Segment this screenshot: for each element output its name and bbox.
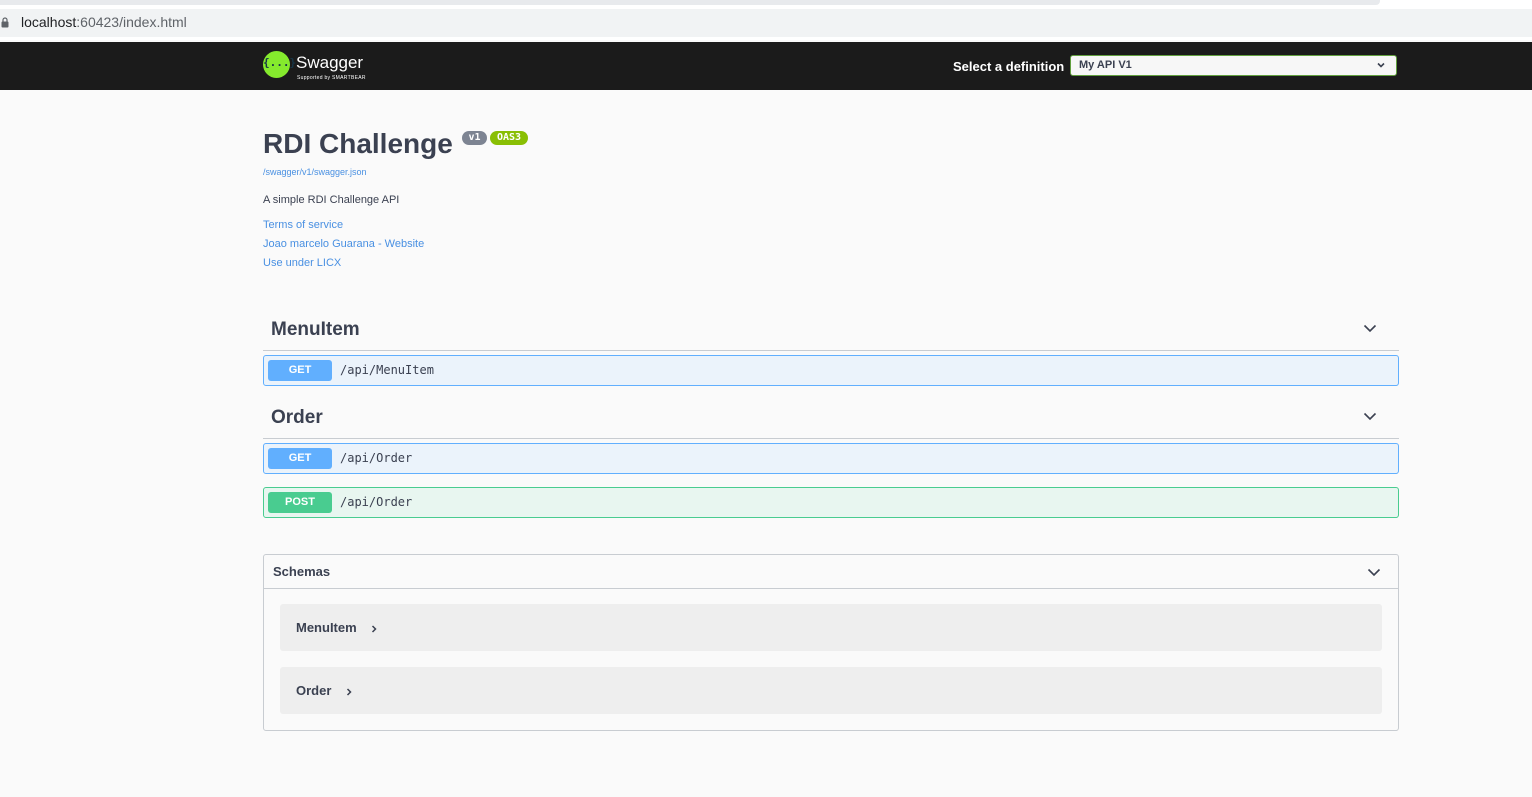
api-description: A simple RDI Challenge API	[263, 194, 400, 206]
browser-chrome: localhost:60423/index.html	[0, 0, 1532, 40]
address-bar[interactable]: localhost:60423/index.html	[0, 9, 1532, 37]
schemas-header[interactable]: Schemas	[264, 555, 1398, 589]
tab-strip	[0, 0, 1380, 5]
definition-select-value: My API V1	[1079, 59, 1132, 71]
model-name: MenuItem	[296, 620, 357, 635]
operation-path: /api/Order	[340, 495, 413, 509]
select-definition-label: Select a definition	[953, 59, 1065, 74]
swagger-topbar: {...} Swagger Supported by SMARTBEAR Sel…	[0, 42, 1532, 90]
license-link[interactable]: Use under LICX	[263, 257, 341, 269]
oas-badge: OAS3	[490, 131, 528, 145]
chevron-right-icon	[371, 625, 377, 633]
schema-model-menuitem[interactable]: MenuItem	[280, 604, 1382, 651]
operation-get-order[interactable]: GET /api/Order	[263, 443, 1399, 474]
url-rest: :60423/index.html	[76, 14, 187, 30]
chevron-down-icon[interactable]	[1363, 321, 1377, 335]
schema-model-order[interactable]: Order	[280, 667, 1382, 714]
chevron-down-icon[interactable]	[1363, 409, 1377, 423]
schemas-title: Schemas	[273, 564, 331, 579]
swagger-logo-icon[interactable]: {...}	[263, 51, 297, 78]
operation-get-menuitem[interactable]: GET /api/MenuItem	[263, 355, 1399, 386]
tag-divider	[263, 350, 1399, 351]
tag-menuitem-title[interactable]: MenuItem	[271, 319, 360, 341]
definition-select[interactable]: My API V1	[1070, 55, 1397, 76]
spec-url-link[interactable]: /swagger/v1/swagger.json	[263, 167, 367, 177]
chevron-down-icon	[1377, 62, 1385, 68]
method-badge-get: GET	[268, 448, 332, 469]
tag-order-title[interactable]: Order	[271, 407, 323, 429]
logo-glyph: {...}	[263, 56, 297, 69]
model-name: Order	[296, 683, 332, 698]
operation-path: /api/Order	[340, 451, 413, 465]
operation-path: /api/MenuItem	[340, 363, 434, 377]
lock-icon	[1, 17, 9, 28]
schemas-section: Schemas MenuItem Order	[263, 554, 1399, 731]
logo-text[interactable]: Swagger	[296, 53, 363, 73]
tag-divider	[263, 438, 1399, 439]
logo-subtitle: Supported by SMARTBEAR	[297, 75, 366, 81]
terms-of-service-link[interactable]: Terms of service	[263, 219, 343, 231]
page-title: RDI Challenge	[263, 128, 453, 159]
method-badge-post: POST	[268, 492, 332, 513]
chevron-down-icon[interactable]	[1367, 565, 1381, 579]
contact-website-link[interactable]: Joao marcelo Guarana - Website	[263, 238, 424, 250]
version-badge: v1	[462, 131, 487, 145]
url-text[interactable]: localhost:60423/index.html	[21, 14, 187, 30]
url-host: localhost	[21, 14, 77, 30]
method-badge-get: GET	[268, 360, 332, 381]
operation-post-order[interactable]: POST /api/Order	[263, 487, 1399, 518]
chevron-right-icon	[346, 688, 352, 696]
